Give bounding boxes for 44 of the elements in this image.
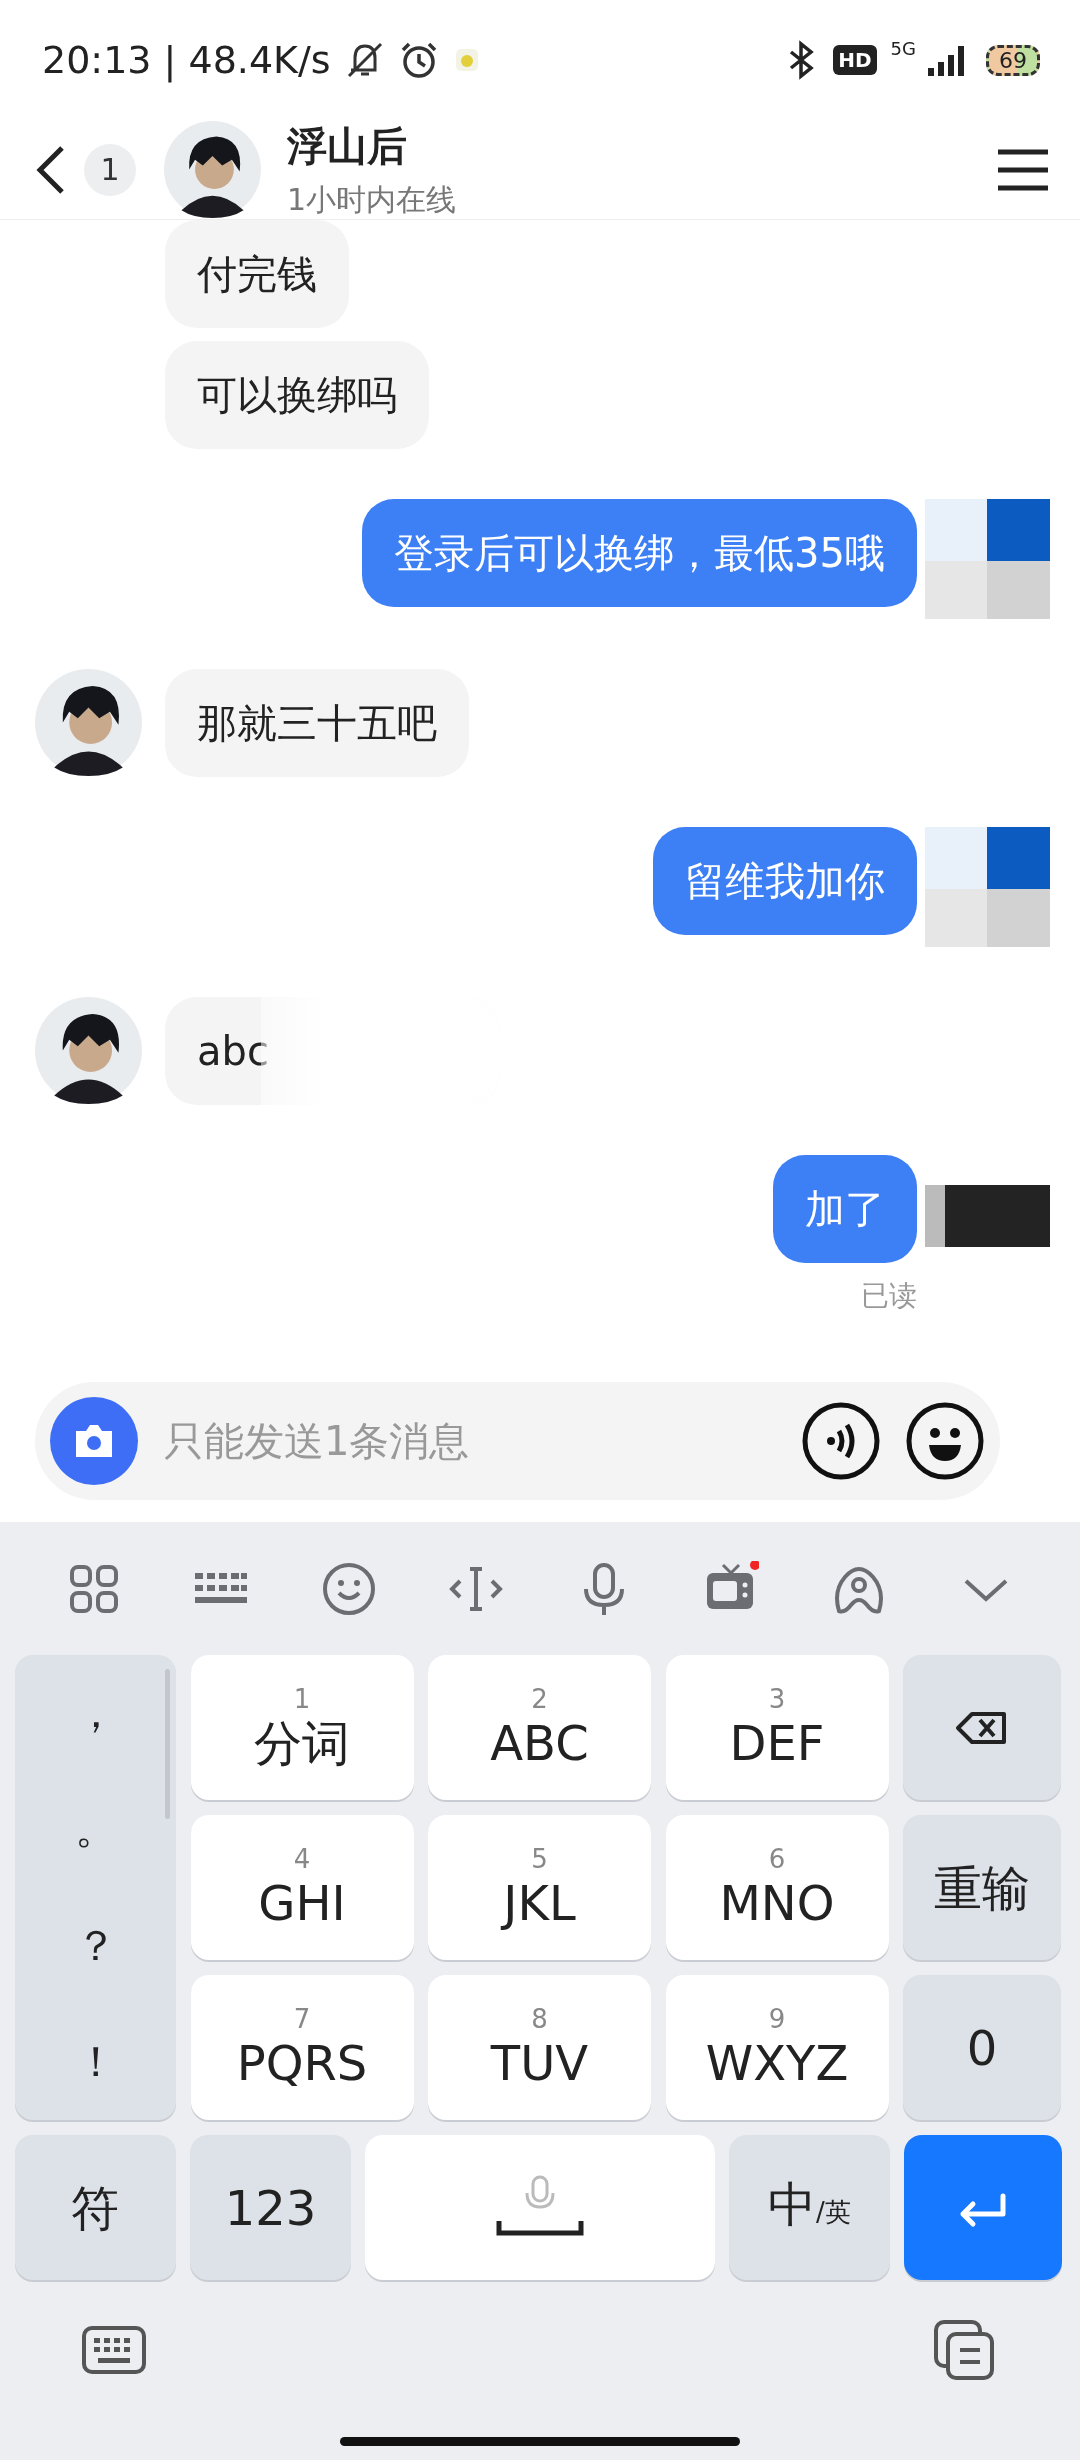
keyboard-key[interactable]: 123 [190, 2135, 351, 2280]
punctuation-key[interactable]: 。 [74, 1801, 117, 1858]
menu-icon[interactable] [996, 147, 1050, 192]
punctuation-key[interactable]: ， [74, 1685, 117, 1742]
message-bubble: 付完钱 [165, 220, 349, 328]
keyboard-key[interactable]: 3 DEF [665, 1655, 889, 1800]
message-bubble: 可以换绑吗 [165, 341, 429, 449]
read-receipt: 已读 [861, 1278, 917, 1314]
hd-label: HD [833, 45, 877, 75]
online-status: 1小时内在线 [287, 180, 457, 219]
voice-icon[interactable] [801, 1401, 881, 1481]
message-bubble: 加了 [773, 1155, 917, 1263]
language-switch-key[interactable]: 中/英 [729, 2135, 890, 2280]
keyboard-key[interactable]: 9 WXYZ [665, 1975, 889, 2120]
status-time: 20:13 | 48.4K/s [42, 38, 331, 82]
keyboard-key[interactable]: 4 GHI [190, 1815, 414, 1960]
camera-button[interactable] [50, 1397, 138, 1485]
keyboard-key[interactable]: 符 [15, 2135, 176, 2280]
message-input[interactable]: 只能发送1条消息 [162, 1417, 777, 1465]
emoji-icon[interactable] [905, 1401, 985, 1481]
enter-key[interactable] [904, 2135, 1062, 2280]
message-bubble: 留维我加你 [653, 827, 917, 935]
keyboard-key[interactable]: 6 MNO [665, 1815, 889, 1960]
message-bubble: abc [165, 997, 500, 1105]
keyboard-key[interactable]: 5 JKL [428, 1815, 651, 1960]
keyboard-key[interactable]: 重输 [903, 1815, 1061, 1960]
punctuation-key[interactable]: ！ [74, 2033, 117, 2090]
contact-name: 浮山后 [287, 121, 408, 171]
message-bubble: 那就三十五吧 [165, 669, 469, 777]
message-field[interactable]: 只能发送1条消息 [35, 1382, 1000, 1500]
keyboard-key[interactable]: 7 PQRS [190, 1975, 414, 2120]
battery-indicator: 69 [986, 44, 1040, 76]
keyboard-key[interactable]: 8 TUV [428, 1975, 651, 2120]
punctuation-key[interactable]: ？ [74, 1917, 117, 1974]
backspace-key[interactable] [903, 1655, 1061, 1800]
message-bubble: 登录后可以换绑，最低35哦 [362, 499, 917, 607]
keyboard-key[interactable]: 2 ABC [428, 1655, 651, 1800]
network-label: 5G [890, 38, 916, 59]
unread-count: 1 [84, 143, 136, 196]
keyboard-key[interactable]: 1 分词 [190, 1655, 414, 1800]
avatar-icon [35, 997, 142, 1104]
smiley-icon[interactable] [320, 1560, 377, 1617]
keyboard-key[interactable]: 0 [903, 1975, 1061, 2120]
avatar-icon [35, 669, 142, 776]
